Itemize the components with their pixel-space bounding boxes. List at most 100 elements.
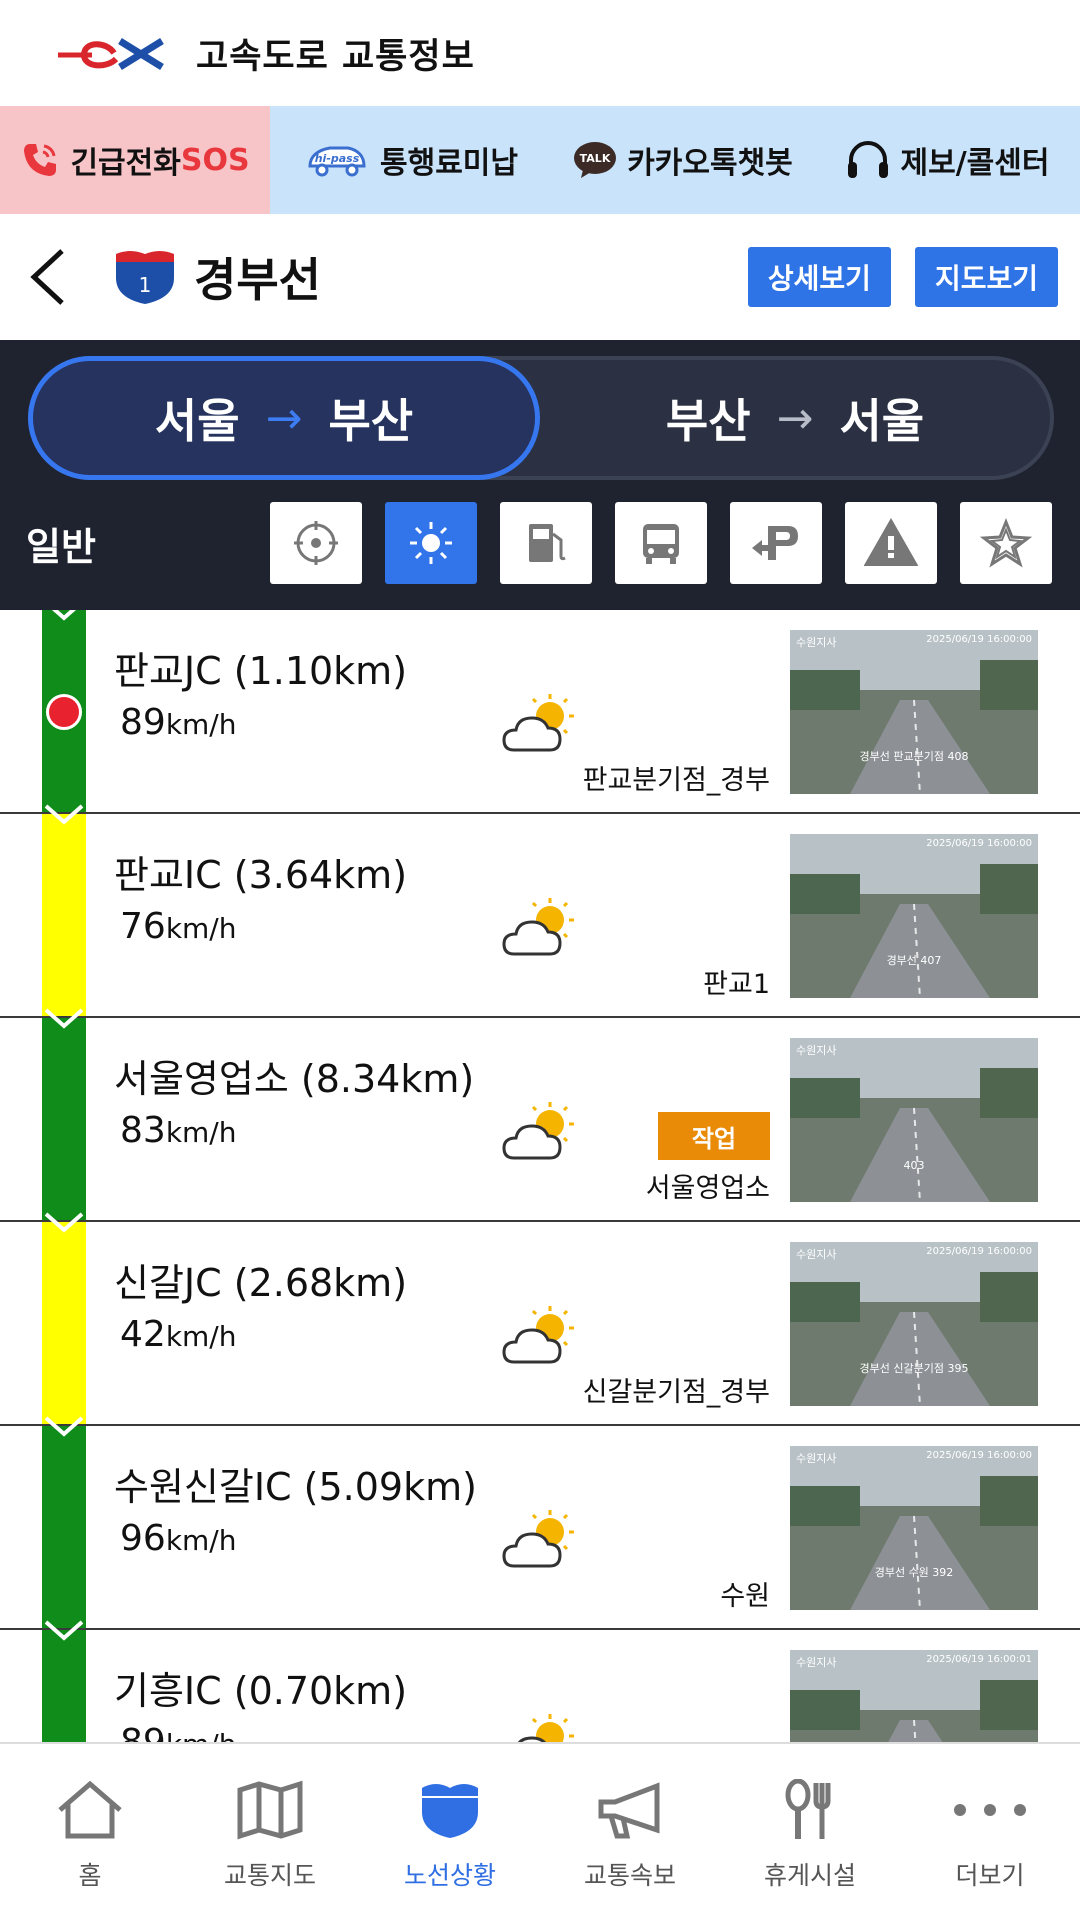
restaurant-icon	[782, 1778, 838, 1842]
filter-parking-button[interactable]	[730, 502, 822, 584]
cctv-thumbnail[interactable]: 2025/06/19 16:00:00 경부선 407	[790, 834, 1038, 998]
section-speed: 83km/h	[120, 1110, 237, 1151]
cctv-thumbnail[interactable]: 수원지사 2025/06/19 16:00:00 경부선 판교분기점 408	[790, 630, 1038, 794]
filter-bus-button[interactable]	[615, 502, 707, 584]
filter-weather-button[interactable]	[385, 502, 477, 584]
svg-text:TALK: TALK	[580, 152, 611, 165]
chevron-left-icon	[30, 249, 64, 305]
traffic-status-bar	[42, 1222, 86, 1424]
filter-gas-station-button[interactable]	[500, 502, 592, 584]
nav-route-status[interactable]: 노선상황	[360, 1744, 540, 1920]
nav-more[interactable]: 더보기	[900, 1744, 1080, 1920]
section-row[interactable]: 서울영업소 (8.34km) 83km/h 작업 서울영업소 수원지사 403	[0, 1008, 1080, 1222]
direction-filter-panel: 서울 → 부산 부산 → 서울 일반	[0, 340, 1080, 610]
direction-seoul-to-busan[interactable]: 서울 → 부산	[28, 356, 540, 480]
detail-view-button[interactable]: 상세보기	[747, 247, 891, 307]
partly-cloudy-icon	[500, 690, 580, 760]
cctv-name: 서울영업소	[645, 1173, 770, 1204]
svg-text:1: 1	[139, 273, 152, 297]
cctv-name: 판교1	[703, 969, 770, 1000]
direction-from: 서울	[154, 394, 240, 448]
warning-icon	[864, 518, 918, 566]
nav-traffic-news[interactable]: 교통속보	[540, 1744, 720, 1920]
cctv-thumbnail[interactable]: 수원지사 403	[790, 1038, 1038, 1202]
emergency-call-button[interactable]: 긴급전화 SOS	[0, 106, 270, 214]
chevron-down-icon	[44, 1416, 84, 1437]
cctv-caption: 403	[903, 1159, 925, 1172]
kakao-chatbot-button[interactable]: TALK 카카오톡챗봇	[552, 106, 814, 214]
cctv-caption: 경부선 판교분기점 408	[859, 750, 969, 763]
back-button[interactable]	[28, 245, 72, 309]
arrow-right-icon: →	[776, 392, 814, 444]
svg-text:hi-pass: hi-pass	[315, 152, 360, 165]
cctv-name: 신갈분기점_경부	[582, 1377, 770, 1408]
cctv-caption: 경부선 신갈분기점 395	[859, 1362, 969, 1375]
hipass-car-icon: hi-pass	[304, 140, 370, 180]
current-location-marker	[46, 694, 82, 730]
call-center-button[interactable]: 제보/콜센터	[814, 106, 1080, 214]
filter-warning-button[interactable]	[845, 502, 937, 584]
section-row[interactable]: 기흥IC (0.70km) 89km/h 수원지사 2025/06/19 16:00:…	[0, 1620, 1080, 1744]
ex-logo	[58, 38, 164, 70]
cctv-label: 수원지사	[796, 1248, 837, 1261]
traffic-status-bar	[42, 1630, 86, 1744]
direction-toggle: 서울 → 부산 부산 → 서울	[28, 356, 1054, 480]
cctv-label: 수원지사	[796, 1044, 837, 1057]
cctv-caption: 경부선 수원 392	[874, 1566, 954, 1579]
weather-icon	[410, 522, 452, 564]
bottom-navigation: 홈 교통지도 노선상황 교통속보 휴게시설 더보기	[0, 1742, 1080, 1920]
roadwork-badge: 작업	[658, 1112, 770, 1160]
direction-to: 부산	[328, 394, 414, 448]
chevron-down-icon	[44, 1212, 84, 1233]
headset-icon	[845, 138, 891, 182]
route-name: 경부선	[194, 253, 321, 307]
cctv-timestamp: 2025/06/19 16:00:00	[926, 838, 1032, 849]
cctv-thumbnail[interactable]: 수원지사 2025/06/19 16:00:01	[790, 1650, 1038, 1744]
cctv-thumbnail[interactable]: 수원지사 2025/06/19 16:00:00 경부선 수원 392	[790, 1446, 1038, 1610]
map-view-button[interactable]: 지도보기	[914, 247, 1058, 307]
cctv-name: 판교분기점_경부	[582, 765, 770, 796]
chevron-down-icon	[51, 610, 77, 621]
filter-mode-label: 일반	[26, 524, 96, 569]
section-row[interactable]: 판교JC (1.10km) 89km/h 판교분기점_경부 수원지사 2025/06/1…	[0, 610, 1080, 814]
traffic-status-bar	[42, 1426, 86, 1628]
cctv-timestamp: 2025/06/19 16:00:00	[926, 634, 1032, 645]
section-speed: 76km/h	[120, 906, 237, 947]
section-row[interactable]: 수원신갈IC (5.09km) 96km/h 수원 수원지사 2025/06/19 16…	[0, 1416, 1080, 1630]
direction-busan-to-seoul[interactable]: 부산 → 서울	[540, 360, 1050, 476]
nav-traffic-map[interactable]: 교통지도	[180, 1744, 360, 1920]
location-icon	[294, 521, 338, 565]
chevron-down-icon	[44, 1008, 84, 1029]
section-title: 기흥IC (0.70km)	[114, 1669, 408, 1713]
star-icon	[980, 518, 1032, 568]
direction-to: 서울	[839, 394, 925, 448]
chevron-down-icon	[44, 804, 84, 825]
partly-cloudy-icon	[500, 1098, 580, 1168]
nav-home[interactable]: 홈	[0, 1744, 180, 1920]
filter-location-button[interactable]	[270, 502, 362, 584]
nav-rest-area[interactable]: 휴게시설	[720, 1744, 900, 1920]
route-shield-icon	[418, 1778, 482, 1842]
section-title: 신갈JC (2.68km)	[114, 1261, 408, 1305]
unpaid-toll-label: 통행료미납	[380, 146, 518, 181]
megaphone-icon	[595, 1778, 665, 1842]
nav-label: 교통속보	[583, 1861, 676, 1890]
partly-cloudy-icon	[500, 1710, 580, 1744]
section-list: 판교JC (1.10km) 89km/h 판교분기점_경부 수원지사 2025/06/1…	[0, 610, 1080, 1744]
cctv-thumbnail[interactable]: 수원지사 2025/06/19 16:00:00 경부선 신갈분기점 395	[790, 1242, 1038, 1406]
section-row[interactable]: 판교IC (3.64km) 76km/h 판교1 2025/06/19 16:00:0…	[0, 804, 1080, 1018]
cctv-timestamp: 2025/06/19 16:00:00	[926, 1246, 1032, 1257]
section-speed: 42km/h	[120, 1314, 237, 1355]
chevron-down-icon	[44, 1620, 84, 1641]
arrow-right-icon: →	[265, 392, 303, 444]
section-row[interactable]: 신갈JC (2.68km) 42km/h 신갈분기점_경부 수원지사 2025/06/1…	[0, 1212, 1080, 1426]
emergency-call-label: 긴급전화	[70, 146, 181, 181]
unpaid-toll-button[interactable]: hi-pass 통행료미납	[270, 106, 552, 214]
map-icon	[235, 1778, 305, 1842]
bus-icon	[643, 524, 679, 564]
nav-label: 노선상황	[403, 1861, 496, 1890]
kakao-chatbot-label: 카카오톡챗봇	[627, 146, 793, 181]
filter-favorite-button[interactable]	[960, 502, 1052, 584]
gas-station-icon	[529, 524, 566, 562]
traffic-status-bar	[42, 814, 86, 1016]
